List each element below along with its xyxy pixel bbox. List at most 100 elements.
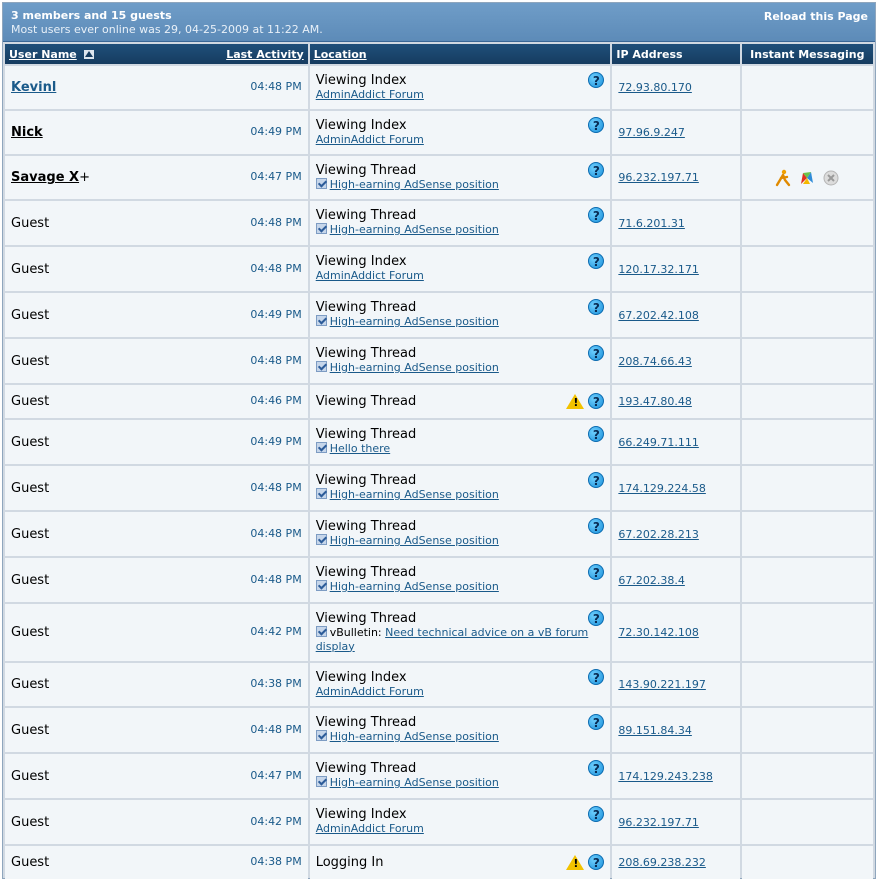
user-cell: Guest 04:48 PM: [5, 466, 308, 510]
help-icon[interactable]: ?: [588, 207, 605, 223]
sort-asc-icon[interactable]: [83, 49, 94, 59]
help-icon[interactable]: ?: [588, 714, 605, 730]
thread-link[interactable]: Hello there: [330, 442, 390, 455]
ip-address-link[interactable]: 174.129.243.238: [618, 770, 712, 783]
online-users-body: Kevinl 04:48 PM Viewing Index AdminAddict F…: [5, 66, 873, 879]
help-icon[interactable]: ?: [588, 299, 605, 315]
ip-address-link[interactable]: 72.93.80.170: [618, 81, 691, 94]
forum-link[interactable]: AdminAddict Forum: [316, 685, 424, 698]
guest-label: Guest: [11, 855, 50, 870]
thread-link[interactable]: High-earning AdSense position: [330, 178, 499, 191]
help-icon[interactable]: ?: [588, 518, 605, 534]
thread-read-icon: [315, 534, 327, 545]
forum-link[interactable]: AdminAddict Forum: [316, 269, 424, 282]
help-icon[interactable]: ?: [588, 72, 605, 88]
ip-address-link[interactable]: 96.232.197.71: [618, 171, 698, 184]
activity-label: Logging In: [315, 854, 384, 870]
ip-address-link[interactable]: 120.17.32.171: [618, 263, 698, 276]
help-icon[interactable]: ?: [588, 806, 605, 822]
activity-label: Viewing Thread: [315, 208, 417, 223]
thread-link[interactable]: High-earning AdSense position: [330, 488, 499, 501]
ip-cell: 71.6.201.31: [612, 201, 740, 245]
sort-by-username-link[interactable]: User Name: [9, 48, 77, 61]
ip-address-link[interactable]: 67.202.28.213: [618, 528, 698, 541]
thread-read-icon: [315, 315, 327, 326]
ip-cell: 120.17.32.171: [612, 247, 740, 291]
ip-cell: 208.74.66.43: [612, 339, 740, 383]
thread-link[interactable]: High-earning AdSense position: [330, 776, 499, 789]
reload-page-link[interactable]: Reload this Page: [764, 10, 868, 23]
ip-cell: 89.151.84.34: [612, 708, 740, 752]
table-row: Guest 04:42 PM Viewing Index AdminAddict Fo…: [5, 800, 873, 844]
last-activity-time: 04:38 PM: [250, 677, 302, 690]
table-row: Guest 04:49 PM Viewing Thread High-earning …: [5, 293, 873, 337]
member-profile-link[interactable]: Savage X: [11, 170, 79, 185]
help-icon[interactable]: ?: [588, 117, 605, 133]
user-cell: Guest 04:48 PM: [5, 558, 308, 602]
user-cell: Guest 04:48 PM: [5, 339, 308, 383]
activity-label: Viewing Thread: [315, 300, 417, 315]
ip-address-link[interactable]: 174.129.224.58: [618, 482, 705, 495]
ip-cell: 97.96.9.247: [612, 111, 740, 154]
member-profile-link[interactable]: Kevinl: [11, 80, 56, 95]
user-cell: Guest 04:38 PM: [5, 846, 308, 879]
table-header-row: User Name Last Activity Location IP Addr…: [5, 44, 873, 64]
help-icon[interactable]: ?: [588, 426, 605, 442]
help-icon[interactable]: ?: [588, 760, 605, 776]
aim-icon[interactable]: [774, 169, 792, 187]
thread-read-icon: [315, 223, 327, 234]
help-icon[interactable]: ?: [588, 345, 605, 361]
guest-label: Guest: [11, 434, 50, 450]
thread-link[interactable]: High-earning AdSense position: [330, 315, 499, 328]
help-icon[interactable]: ?: [588, 472, 605, 488]
help-icon[interactable]: ?: [588, 162, 605, 178]
ip-address-link[interactable]: 71.6.201.31: [618, 217, 684, 230]
ip-address-link[interactable]: 208.69.238.232: [618, 856, 705, 869]
thread-link[interactable]: High-earning AdSense position: [330, 223, 499, 236]
sort-by-location-link[interactable]: Location: [314, 48, 367, 61]
thread-prefix: vBulletin:: [329, 625, 386, 639]
ip-address-link[interactable]: 66.249.71.111: [618, 436, 698, 449]
msn-icon[interactable]: [798, 169, 816, 187]
help-icon[interactable]: ?: [588, 610, 605, 626]
user-activity-header: User Name Last Activity: [5, 44, 308, 64]
thread-link[interactable]: High-earning AdSense position: [330, 730, 499, 743]
location-cell: Viewing Thread High-earning AdSense posit…: [309, 708, 611, 752]
activity-label: Viewing Thread: [315, 473, 417, 488]
ip-cell: 174.129.243.238: [612, 754, 740, 798]
help-icon[interactable]: ?: [588, 854, 605, 870]
ip-address-link[interactable]: 67.202.42.108: [618, 309, 698, 322]
im-cell: [741, 339, 873, 383]
ip-address-link[interactable]: 72.30.142.108: [618, 626, 698, 639]
forum-link[interactable]: AdminAddict Forum: [316, 822, 424, 835]
im-cell: [741, 800, 873, 844]
ip-address-link[interactable]: 193.47.80.48: [618, 395, 691, 408]
forum-link[interactable]: AdminAddict Forum: [316, 133, 424, 146]
thread-link[interactable]: High-earning AdSense position: [330, 580, 499, 593]
help-icon[interactable]: ?: [588, 564, 605, 580]
table-row: Guest 04:48 PM Viewing Thread High-earning …: [5, 558, 873, 602]
help-icon[interactable]: ?: [588, 253, 605, 269]
yahoo-icon[interactable]: [822, 169, 840, 187]
table-row: Guest 04:48 PM Viewing Index AdminAddict Fo…: [5, 247, 873, 291]
ip-address-link[interactable]: 97.96.9.247: [618, 126, 684, 139]
thread-link[interactable]: High-earning AdSense position: [330, 534, 499, 547]
help-icon[interactable]: ?: [588, 669, 605, 685]
location-cell: Viewing Thread High-earning AdSense posit…: [309, 754, 611, 798]
location-header: Location: [309, 44, 611, 64]
member-profile-link[interactable]: Nick: [11, 125, 43, 140]
ip-cell: 208.69.238.232: [612, 846, 740, 879]
thread-link[interactable]: High-earning AdSense position: [330, 361, 499, 374]
ip-cell: 174.129.224.58: [612, 466, 740, 510]
ip-address-link[interactable]: 67.202.38.4: [618, 574, 684, 587]
guest-label: Guest: [11, 768, 50, 784]
panel-header: 3 members and 15 guests Most users ever …: [3, 3, 875, 42]
ip-address-link[interactable]: 143.90.221.197: [618, 678, 705, 691]
ip-address-link[interactable]: 89.151.84.34: [618, 724, 691, 737]
help-icon[interactable]: ?: [588, 393, 605, 409]
ip-address-link[interactable]: 208.74.66.43: [618, 355, 691, 368]
forum-link[interactable]: AdminAddict Forum: [316, 88, 424, 101]
last-activity-time: 04:48 PM: [250, 526, 302, 540]
sort-by-last-activity-link[interactable]: Last Activity: [226, 48, 304, 61]
ip-address-link[interactable]: 96.232.197.71: [618, 816, 698, 829]
